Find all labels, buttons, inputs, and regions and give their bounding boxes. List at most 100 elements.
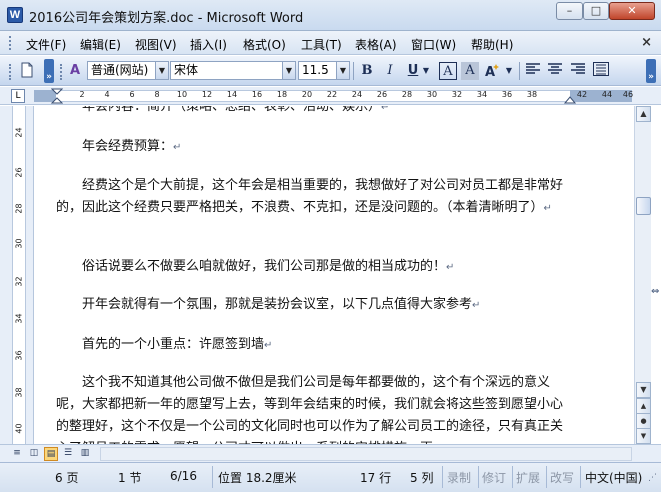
paragraph-budget-body[interactable]: 经费这个是个大前提，这个年会是相当重要的，我想做好了对公司对员工都是非常好的，因… [56, 175, 566, 220]
paragraph-mark-icon: ↵ [472, 300, 481, 311]
align-left-icon[interactable] [524, 62, 542, 80]
bold-icon[interactable]: B [358, 62, 376, 80]
text-effect-chevron-icon[interactable]: ▼ [504, 62, 514, 80]
status-line: 17 行 [360, 471, 392, 485]
status-page: 6 页 [55, 471, 79, 485]
next-page-button[interactable]: ▼ [636, 428, 651, 444]
new-document-icon[interactable] [18, 62, 36, 80]
horizontal-scrollbar[interactable] [100, 447, 632, 461]
vruler-tick: 24 [14, 127, 24, 138]
close-window-button[interactable]: ✕ [609, 2, 655, 20]
align-right-icon[interactable] [569, 62, 587, 80]
vruler-tick: 32 [14, 276, 24, 287]
font-size-select[interactable]: 11.5 ▼ [298, 61, 350, 80]
horizontal-ruler[interactable]: L 2 4 6 8 10 12 14 16 18 20 22 24 26 28 … [0, 87, 661, 105]
menu-edit[interactable]: 编辑(E) [80, 36, 121, 53]
ruler-tick: 6 [129, 90, 135, 99]
web-layout-view-icon[interactable]: ◫ [27, 447, 41, 461]
paragraph-mark-icon: ↵ [446, 262, 455, 273]
view-bar: ≡ ◫ ▤ ☰ ▥ [0, 444, 661, 462]
paragraph-mark-icon: ↵ [264, 340, 273, 351]
vruler-tick: 26 [14, 167, 24, 178]
font-select[interactable]: 宋体 ▼ [170, 61, 296, 80]
menu-file[interactable]: 文件(F) [26, 36, 66, 53]
menu-format[interactable]: 格式(O) [243, 36, 286, 53]
toolbar-grip-handle-2[interactable] [60, 64, 63, 80]
status-record[interactable]: 录制 [447, 469, 471, 486]
paragraph-wish-wall-body[interactable]: 这个我不知道其他公司做不做但是我们公司是每年都要做的，这个有个深远的意义呢，大家… [56, 372, 566, 444]
vruler-tick: 34 [14, 313, 24, 324]
resize-grip-icon[interactable]: ⋰ [648, 473, 657, 483]
chevron-down-icon[interactable]: ▼ [155, 62, 168, 79]
vruler-tick: 36 [14, 350, 24, 361]
word-app-icon[interactable]: W [7, 7, 23, 23]
scroll-up-button[interactable]: ▲ [636, 106, 651, 122]
select-browse-object-button[interactable]: ● [636, 413, 651, 429]
underline-icon[interactable]: U [404, 62, 422, 80]
vertical-scrollbar[interactable]: ▲ ▼ ▲ ● ▼ [634, 106, 651, 444]
vruler-tick: 28 [14, 203, 24, 214]
text-effect-icon[interactable]: A [484, 62, 502, 80]
toolbar-options-button[interactable]: » [44, 59, 54, 83]
underline-style-chevron-icon[interactable]: ▼ [421, 62, 431, 80]
menu-grip-handle[interactable] [9, 36, 12, 50]
menu-view[interactable]: 视图(V) [135, 36, 177, 53]
paragraph-budget-heading[interactable]: 年会经费预算：↵ [56, 136, 566, 159]
chevron-down-icon[interactable]: ▼ [282, 62, 295, 79]
right-indent-marker-icon[interactable] [564, 95, 576, 104]
character-border-icon[interactable]: A [439, 62, 457, 80]
formatting-toolbar: » A 普通(网站) ▼ 宋体 ▼ 11.5 ▼ B I U ▼ A A A ▼… [0, 56, 661, 86]
resize-splitter-icon[interactable]: ⇔ [651, 286, 659, 297]
character-shading-icon[interactable]: A [461, 62, 479, 80]
chevron-down-icon[interactable]: ▼ [336, 62, 349, 79]
close-document-button[interactable]: × [641, 35, 652, 50]
ruler-tick: 44 [601, 90, 613, 99]
paragraph-partial-top[interactable]: 年会内容：简介（策略、总结、表彰、活动、娱乐）↵ [56, 106, 566, 119]
normal-view-icon[interactable]: ≡ [10, 447, 24, 461]
status-separator [478, 466, 479, 488]
paragraph-atmosphere[interactable]: 开年会就得有一个氛围，那就是装扮会议室，以下几点值得大家参考↵ [56, 294, 566, 317]
ruler-tick: 46 [622, 90, 634, 99]
menu-help[interactable]: 帮助(H) [471, 36, 513, 53]
ruler-tick: 34 [476, 90, 488, 99]
status-column: 5 列 [410, 471, 434, 485]
ruler-tick: 24 [351, 90, 363, 99]
menu-insert[interactable]: 插入(I) [190, 36, 227, 53]
print-layout-view-icon[interactable]: ▤ [44, 447, 58, 461]
reading-view-icon[interactable]: ▥ [78, 447, 92, 461]
toolbar-options-button-2[interactable]: » [646, 59, 656, 83]
status-extend[interactable]: 扩展 [516, 469, 540, 486]
previous-page-button[interactable]: ▲ [636, 398, 651, 414]
vertical-ruler[interactable]: 24 26 28 30 32 34 36 38 40 [0, 106, 34, 444]
status-overtype[interactable]: 改写 [550, 469, 574, 486]
menu-tools[interactable]: 工具(T) [301, 36, 342, 53]
align-center-icon[interactable] [546, 62, 564, 80]
ruler-tick: 20 [301, 90, 313, 99]
style-select[interactable]: 普通(网站) ▼ [87, 61, 169, 80]
paragraph-mark-icon: ↵ [543, 203, 552, 214]
paragraph-saying[interactable]: 俗话说要么不做要么咱就做好，我们公司那是做的相当成功的！↵ [56, 256, 566, 279]
toolbar-grip-handle[interactable] [9, 64, 12, 80]
scroll-thumb[interactable] [636, 197, 651, 216]
status-bar: 6 页 1 节 6/16 位置 18.2厘米 17 行 5 列 录制 修订 扩展… [0, 462, 661, 492]
paragraph-wish-wall-heading[interactable]: 首先的一个小重点：许愿签到墙↵ [56, 334, 566, 357]
tab-selector[interactable]: L [11, 89, 25, 103]
styles-pane-icon[interactable]: A [66, 62, 84, 80]
status-track-changes[interactable]: 修订 [482, 469, 506, 486]
status-page-of: 6/16 [170, 469, 197, 483]
outline-view-icon[interactable]: ☰ [61, 447, 75, 461]
maximize-button[interactable]: □ [583, 2, 609, 20]
paragraph-text: 年会经费预算： [82, 139, 174, 154]
window-title: 2016公司年会策划方案.doc - Microsoft Word [29, 11, 304, 26]
italic-icon[interactable]: I [381, 62, 399, 80]
indent-marker-icon[interactable] [51, 88, 63, 104]
menu-table[interactable]: 表格(A) [355, 36, 397, 53]
scroll-down-button[interactable]: ▼ [636, 382, 651, 398]
justify-icon[interactable] [592, 62, 610, 80]
document-page[interactable]: 年会内容：简介（策略、总结、表彰、活动、娱乐）↵ 年会经费预算：↵ 经费这个是个… [34, 106, 634, 444]
ruler-tick: 32 [451, 90, 463, 99]
ruler-tick: 2 [79, 90, 85, 99]
minimize-button[interactable]: – [556, 2, 583, 20]
menu-window[interactable]: 窗口(W) [411, 36, 456, 53]
font-select-value: 宋体 [174, 63, 199, 77]
